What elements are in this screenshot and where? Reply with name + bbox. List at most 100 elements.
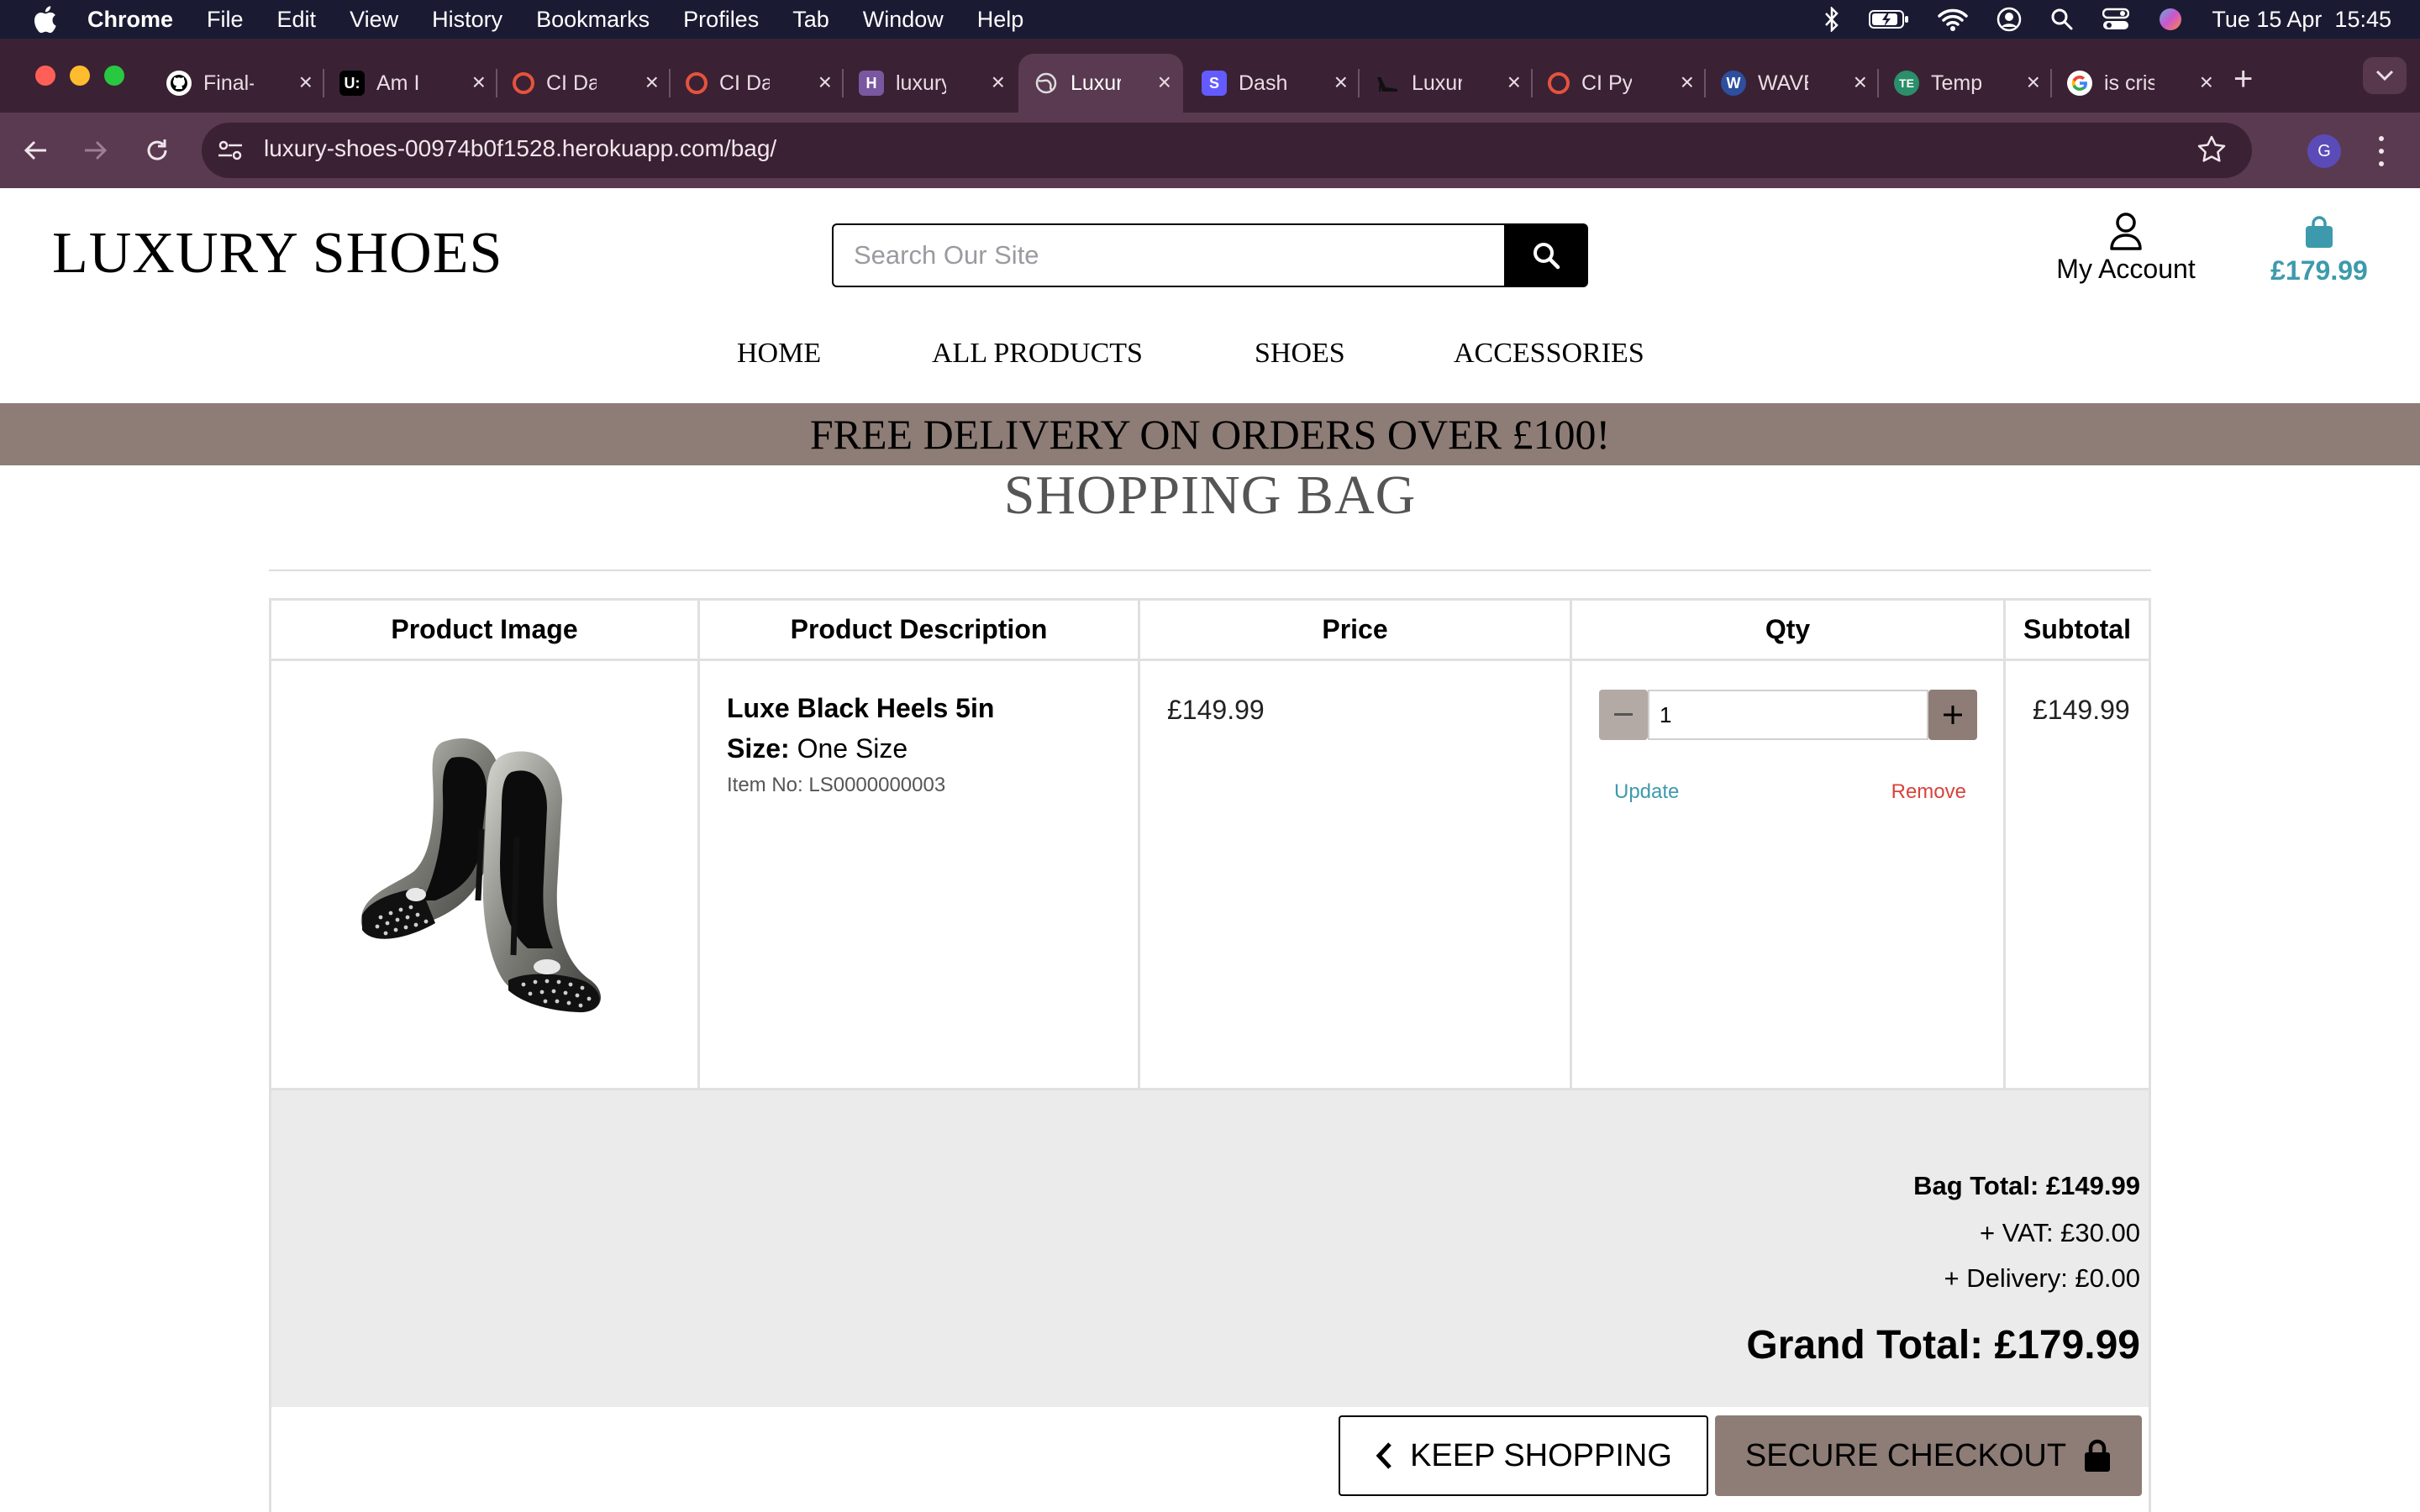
update-link[interactable]: Update [1614,780,1679,804]
close-tab-icon[interactable]: × [818,69,832,96]
tab-title: Am I F [376,71,427,95]
search-field[interactable] [832,223,1506,287]
bluetooth-icon[interactable] [1823,7,1840,32]
search-icon [1534,243,1560,270]
my-account-link[interactable]: My Account [2033,212,2218,285]
minus-icon [1614,713,1633,716]
browser-tab[interactable]: W WAVE × [1706,54,1879,113]
header-product-description: Product Description [700,601,1140,659]
close-tab-icon[interactable]: × [645,69,659,96]
browser-tab[interactable]: U: Am I F × [324,54,497,113]
table-header-row: Product Image Product Description Price … [271,601,2149,661]
site-logo[interactable]: LUXURY SHOES [52,220,502,287]
close-tab-icon[interactable]: × [1681,69,1694,96]
heroku-icon: H [859,71,884,96]
search-button[interactable] [1504,223,1588,287]
browser-toolbar: luxury-shoes-00974b0f1528.herokuapp.com/… [0,113,2420,188]
tab-title: CI Dat [546,71,597,95]
address-bar[interactable]: luxury-shoes-00974b0f1528.herokuapp.com/… [202,123,2252,178]
header-qty: Qty [1572,601,2006,659]
decrement-qty-button[interactable] [1599,690,1648,740]
header-product-image: Product Image [271,601,700,659]
siri-icon[interactable] [2158,7,2183,32]
nav-home[interactable]: HOME [737,338,821,370]
keep-shopping-button[interactable]: KEEP SHOPPING [1339,1415,1708,1496]
quantity-input[interactable] [1660,701,1927,728]
subtotal-cell: £149.99 [2006,661,2149,1088]
control-center-icon[interactable] [2102,8,2130,31]
quantity-stepper [1599,690,1977,740]
new-tab-icon[interactable]: + [2233,60,2253,98]
google-icon [2067,71,2092,96]
tab-title: Dashb [1239,71,1289,95]
reload-icon [147,139,167,160]
product-name[interactable]: Luxe Black Heels 5in [727,693,994,724]
close-tab-icon[interactable]: × [1854,69,1867,96]
battery-icon[interactable] [1869,9,1909,29]
close-tab-icon[interactable]: × [472,69,486,96]
increment-qty-button[interactable] [1928,690,1977,740]
window-controls [35,66,124,86]
minimize-window-button[interactable] [70,66,90,86]
product-image-heels [360,738,601,1013]
header-subtotal: Subtotal [2023,614,2131,644]
browser-tab[interactable]: is cris × [2052,54,2225,113]
close-tab-icon[interactable]: × [1158,69,1171,96]
reload-button[interactable] [138,131,176,170]
menu-bookmarks[interactable]: Bookmarks [536,7,650,33]
nav-all-products[interactable]: ALL PRODUCTS [932,338,1143,370]
browser-tab[interactable]: Luxur × [1360,54,1533,113]
menu-window[interactable]: Window [863,7,944,33]
site-settings-icon[interactable] [217,137,244,164]
browser-menu-icon[interactable] [2371,133,2391,170]
user-account-icon[interactable] [1996,7,2022,32]
close-tab-icon[interactable]: × [992,69,1005,96]
url-text[interactable]: luxury-shoes-00974b0f1528.herokuapp.com/… [264,135,776,162]
browser-tab-active[interactable]: Luxur × [1018,54,1183,113]
bookmark-star-icon[interactable] [2196,134,2227,165]
free-delivery-banner: FREE DELIVERY ON ORDERS OVER £100! [0,403,2420,465]
menu-edit[interactable]: Edit [277,7,317,33]
menu-clock[interactable]: Tue 15 Apr 15:45 [2212,7,2391,33]
zoom-window-button[interactable] [104,66,124,86]
close-window-button[interactable] [35,66,55,86]
close-tab-icon[interactable]: × [2200,69,2213,96]
divider [269,570,2151,571]
shopping-bag-table: Product Image Product Description Price … [269,598,2151,1512]
browser-tab[interactable]: TE Temp × [1879,54,2052,113]
bag-actions: KEEP SHOPPING SECURE CHECKOUT [271,1407,2149,1512]
back-button[interactable] [17,131,55,170]
menu-tab[interactable]: Tab [792,7,829,33]
menu-profiles[interactable]: Profiles [683,7,759,33]
menu-view[interactable]: View [350,7,398,33]
nav-shoes[interactable]: SHOES [1255,338,1345,370]
temp-icon: TE [1894,71,1919,96]
quantity-field[interactable] [1648,690,1928,740]
browser-tab[interactable]: Final- × [151,54,324,113]
close-tab-icon[interactable]: × [2027,69,2040,96]
menu-history[interactable]: History [432,7,502,33]
browser-tab[interactable]: CI Dat × [671,54,844,113]
close-tab-icon[interactable]: × [1507,69,1521,96]
apple-icon[interactable] [32,5,57,34]
close-tab-icon[interactable]: × [299,69,313,96]
spotlight-search-icon[interactable] [2050,8,2074,31]
nav-accessories[interactable]: ACCESSORIES [1454,338,1644,370]
browser-tab[interactable]: S Dashb × [1186,54,1360,113]
remove-link[interactable]: Remove [1891,780,1966,804]
menu-help[interactable]: Help [977,7,1024,33]
browser-tab[interactable]: CI Py × [1533,54,1706,113]
profile-avatar[interactable]: G [2307,134,2341,168]
close-tab-icon[interactable]: × [1334,69,1348,96]
menu-app-name[interactable]: Chrome [87,7,173,33]
product-price: £149.99 [1167,695,1265,725]
shopping-bag-link[interactable]: £179.99 [2260,215,2378,286]
browser-tab[interactable]: H luxury × [844,54,1017,113]
tab-search-chevron-icon[interactable] [2363,57,2407,94]
forward-button[interactable] [76,131,114,170]
wifi-icon[interactable] [1938,8,1969,31]
browser-tab[interactable]: CI Dat × [497,54,671,113]
secure-checkout-button[interactable]: SECURE CHECKOUT [1715,1415,2142,1496]
menu-file[interactable]: File [207,7,244,33]
search-input[interactable] [834,225,1504,286]
